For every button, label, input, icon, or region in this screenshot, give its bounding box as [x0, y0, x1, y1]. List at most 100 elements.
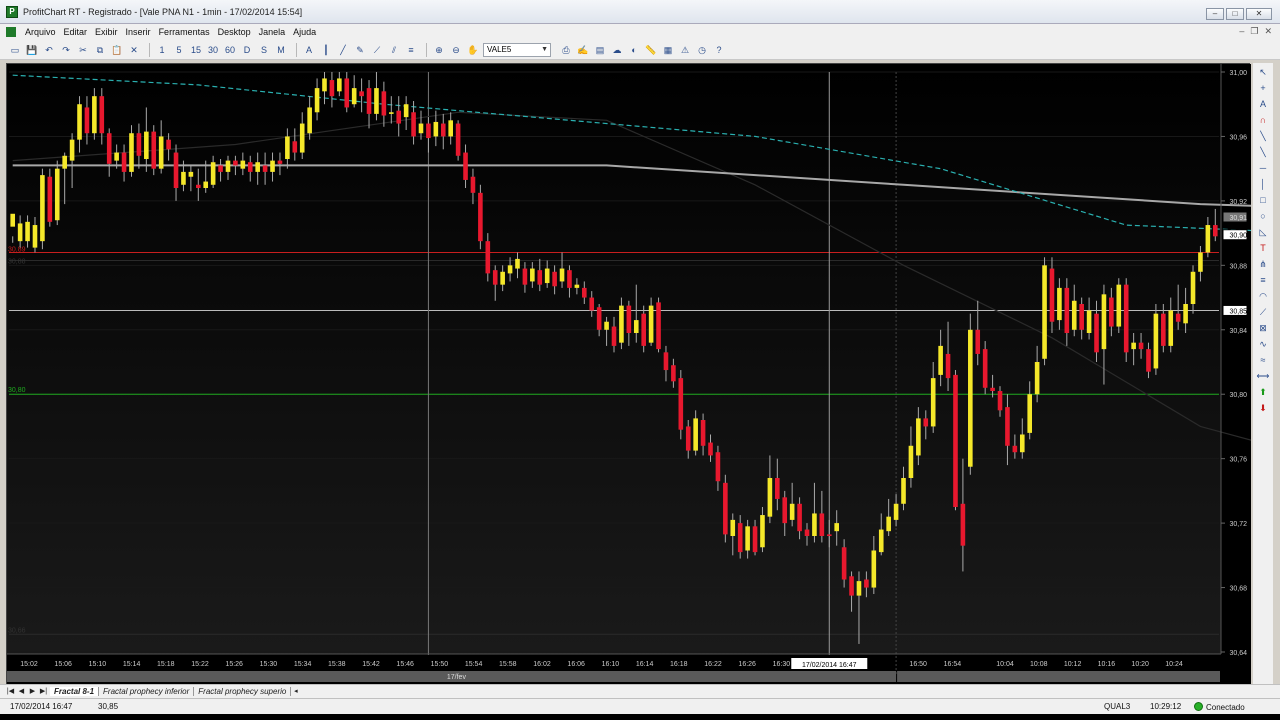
- text-a-icon[interactable]: A: [302, 43, 316, 57]
- gann-icon[interactable]: ⊠: [1256, 322, 1270, 335]
- delete-icon[interactable]: ✕: [127, 43, 141, 57]
- candle-body: [530, 268, 535, 282]
- mdi-minimize-icon[interactable]: –: [1239, 26, 1244, 37]
- ellipse-icon[interactable]: ○: [1256, 210, 1270, 223]
- print-icon[interactable]: ⎙: [559, 43, 573, 57]
- menu-exibir[interactable]: Exibir: [91, 27, 122, 37]
- first-tab-icon[interactable]: |◀: [6, 687, 15, 697]
- save-icon[interactable]: 💾: [25, 43, 39, 57]
- undo-icon[interactable]: ↶: [42, 43, 56, 57]
- triangle-icon[interactable]: ◺: [1256, 226, 1270, 239]
- tab-fractal-8-1[interactable]: Fractal 8-1: [50, 687, 100, 696]
- candle-body: [366, 88, 372, 114]
- candle-body: [136, 133, 142, 156]
- redo-icon[interactable]: ↷: [59, 43, 73, 57]
- menu-desktop[interactable]: Desktop: [214, 27, 255, 37]
- fib-icon[interactable]: ≡: [1256, 274, 1270, 287]
- last-tab-icon[interactable]: ▶|: [39, 687, 48, 697]
- menu-ferramentas[interactable]: Ferramentas: [155, 27, 214, 37]
- clock-icon[interactable]: ◷: [695, 43, 709, 57]
- period-button[interactable]: M: [274, 43, 288, 57]
- x-tick-label: 15:30: [260, 661, 278, 668]
- trend-icon[interactable]: ⟋: [370, 43, 384, 57]
- candlestick-chart[interactable]: 30,88 30,66 30,89 30,80 31,00 30,96 30,92 30,88…: [7, 64, 1251, 685]
- paste-icon[interactable]: 📋: [110, 43, 124, 57]
- menu-editar[interactable]: Editar: [60, 27, 92, 37]
- x-tick-label: 16:06: [567, 661, 585, 668]
- period-button[interactable]: 15: [189, 43, 203, 57]
- cloud-icon[interactable]: ☁: [610, 43, 624, 57]
- zoom-out-icon[interactable]: ⊖: [449, 43, 463, 57]
- candle-body: [997, 391, 1003, 411]
- magnet-icon[interactable]: ∩: [1256, 114, 1270, 127]
- help-icon[interactable]: ?: [712, 43, 726, 57]
- zoom-in-icon[interactable]: ⊕: [432, 43, 446, 57]
- cycle-icon[interactable]: ∿: [1256, 338, 1270, 351]
- cut-icon[interactable]: ✂: [76, 43, 90, 57]
- crosshair-time-label: 17/02/2014 16:47: [802, 662, 857, 669]
- alert-icon[interactable]: ⚠: [678, 43, 692, 57]
- channel-icon[interactable]: ⫽: [387, 43, 401, 57]
- template-icon[interactable]: ▤: [593, 43, 607, 57]
- edit-icon[interactable]: ✍: [576, 43, 590, 57]
- maximize-button[interactable]: □: [1226, 8, 1244, 20]
- menu-inserir[interactable]: Inserir: [122, 27, 155, 37]
- candle-body: [582, 287, 587, 298]
- copy-icon[interactable]: ⧉: [93, 43, 107, 57]
- tab-scroll-icon[interactable]: ◂: [291, 687, 300, 697]
- ray-icon[interactable]: ╲: [1256, 146, 1270, 159]
- menu-janela[interactable]: Janela: [255, 27, 290, 37]
- arc-icon[interactable]: ◠: [1256, 290, 1270, 303]
- rect-icon[interactable]: □: [1256, 194, 1270, 207]
- hand-icon[interactable]: ✋: [466, 43, 480, 57]
- app-logo-icon: P: [6, 5, 18, 18]
- fibonacci-icon[interactable]: ≡: [404, 43, 418, 57]
- new-icon[interactable]: ▭: [8, 43, 22, 57]
- candle-body: [1168, 310, 1174, 346]
- prev-tab-icon[interactable]: ◀: [17, 687, 26, 697]
- period-button[interactable]: 1: [155, 43, 169, 57]
- period-button[interactable]: 60: [223, 43, 237, 57]
- child-window-icon[interactable]: [6, 27, 16, 37]
- pitchfork-icon[interactable]: ⋔: [1256, 258, 1270, 271]
- close-button[interactable]: ✕: [1246, 8, 1272, 20]
- chart-area[interactable]: 30,88 30,66 30,89 30,80 31,00 30,96 30,92 30,88…: [6, 63, 1251, 685]
- menu-arquivo[interactable]: Arquivo: [21, 27, 60, 37]
- text-icon[interactable]: A: [1256, 98, 1270, 111]
- ticker-select[interactable]: VALE5 ▼: [483, 42, 551, 57]
- ruler-icon[interactable]: 📏: [644, 43, 658, 57]
- period-button[interactable]: D: [240, 43, 254, 57]
- hline-icon[interactable]: ─: [1256, 162, 1270, 175]
- candle-body: [270, 160, 275, 172]
- candle-body: [1212, 225, 1218, 237]
- candle-body: [426, 123, 431, 139]
- vline-icon[interactable]: │: [1256, 178, 1270, 191]
- line-tool-icon[interactable]: ╲: [1256, 130, 1270, 143]
- palette-icon[interactable]: ◐: [627, 43, 641, 57]
- menu-ajuda[interactable]: Ajuda: [289, 27, 320, 37]
- pencil-icon[interactable]: ✎: [353, 43, 367, 57]
- mdi-close-icon[interactable]: ✕: [1264, 26, 1272, 37]
- cursor-icon[interactable]: ↖: [1256, 66, 1270, 79]
- line-icon[interactable]: ╱: [336, 43, 350, 57]
- next-tab-icon[interactable]: ▶: [28, 687, 37, 697]
- minimize-button[interactable]: –: [1206, 8, 1224, 20]
- price-flag-label: 30,91: [1229, 215, 1247, 222]
- arrow-down-icon[interactable]: ⬇: [1256, 402, 1270, 415]
- period-button[interactable]: 30: [206, 43, 220, 57]
- period-button[interactable]: S: [257, 43, 271, 57]
- crosshair-icon[interactable]: +: [1256, 82, 1270, 95]
- measure-icon[interactable]: ⟷: [1256, 370, 1270, 383]
- fan-icon[interactable]: ⟋: [1256, 306, 1270, 319]
- arrow-up-icon[interactable]: ⬆: [1256, 386, 1270, 399]
- x-tick-label: 10:24: [1165, 661, 1183, 668]
- grid-icon[interactable]: ▦: [661, 43, 675, 57]
- tab-fractal-prophecy-superior[interactable]: Fractal prophecy superio: [194, 687, 292, 696]
- period-button[interactable]: 5: [172, 43, 186, 57]
- wave-icon[interactable]: ≈: [1256, 354, 1270, 367]
- t-text-icon[interactable]: T: [1256, 242, 1270, 255]
- mdi-restore-icon[interactable]: ❐: [1250, 26, 1258, 37]
- tab-fractal-prophecy-inferior[interactable]: Fractal prophecy inferior: [99, 687, 195, 696]
- candle-body: [1042, 265, 1047, 359]
- bar-icon[interactable]: ┃: [319, 43, 333, 57]
